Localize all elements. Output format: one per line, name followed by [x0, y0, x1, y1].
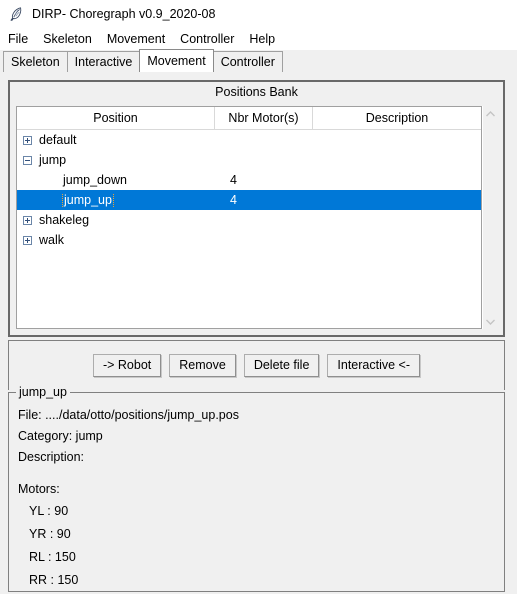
tree-cell-position: walk	[17, 233, 215, 247]
delete-file-button[interactable]: Delete file	[243, 354, 320, 377]
position-details-legend: jump_up	[16, 385, 70, 399]
tree-cell-position: shakeleg	[17, 213, 215, 227]
tree-cell-nbr-motors: 4	[230, 173, 237, 187]
menu-item-movement[interactable]: Movement	[107, 31, 173, 47]
table-row-selected[interactable]: jump_up 4	[17, 190, 481, 210]
menu-bar: File Skeleton Movement Controller Help	[0, 28, 517, 50]
movement-tab-panel: Positions Bank Position Nbr Motor(s) Des…	[0, 72, 517, 594]
tab-controller[interactable]: Controller	[212, 51, 283, 72]
menu-item-file[interactable]: File	[8, 31, 36, 47]
row-label: jump	[39, 153, 67, 167]
row-label: jump_up	[62, 192, 114, 208]
expander-plus-icon[interactable]	[23, 215, 32, 225]
column-header-position[interactable]: Position	[17, 107, 215, 129]
action-buttons-bar: -> Robot Remove Delete file Interactive …	[8, 340, 505, 390]
expander-plus-icon[interactable]	[23, 235, 32, 245]
motor-value-rl: RL : 150	[29, 550, 76, 564]
tree-cell-position: default	[17, 133, 215, 147]
column-header-description[interactable]: Description	[313, 107, 481, 129]
tree-header-row: Position Nbr Motor(s) Description	[17, 107, 481, 130]
detail-motors-label: Motors:	[18, 482, 60, 496]
scroll-down-icon[interactable]	[483, 314, 498, 329]
table-row[interactable]: default	[17, 130, 481, 150]
column-header-nbr-motors[interactable]: Nbr Motor(s)	[215, 107, 313, 129]
vertical-scrollbar[interactable]	[482, 106, 497, 329]
remove-button[interactable]: Remove	[169, 354, 236, 377]
position-details-body: File: ..../data/otto/positions/jump_up.p…	[9, 393, 504, 592]
menu-item-skeleton[interactable]: Skeleton	[43, 31, 100, 47]
tree-cell-nbr-motors: 4	[230, 193, 237, 207]
expander-plus-icon[interactable]	[23, 135, 32, 145]
tree-cell-position: jump_up	[17, 192, 215, 208]
row-label: jump_down	[63, 173, 127, 187]
detail-file: File: ..../data/otto/positions/jump_up.p…	[18, 408, 239, 422]
motor-value-yr: YR : 90	[29, 527, 71, 541]
tree-cell-position: jump_down	[17, 173, 215, 187]
table-row[interactable]: jump	[17, 150, 481, 170]
tab-movement[interactable]: Movement	[139, 49, 214, 72]
positions-bank-frame: Positions Bank Position Nbr Motor(s) Des…	[8, 80, 505, 337]
position-details-frame: jump_up File: ..../data/otto/positions/j…	[8, 385, 505, 592]
to-interactive-button[interactable]: Interactive <-	[327, 354, 421, 377]
menu-item-help[interactable]: Help	[249, 31, 283, 47]
detail-description: Description:	[18, 450, 84, 464]
table-row[interactable]: jump_down 4	[17, 170, 481, 190]
window-title: DIRP- Choregraph v0.9_2020-08	[32, 7, 216, 21]
tab-skeleton[interactable]: Skeleton	[3, 51, 68, 72]
positions-tree-wrap: Position Nbr Motor(s) Description defaul…	[16, 106, 497, 329]
positions-bank-title: Positions Bank	[10, 82, 503, 103]
table-row[interactable]: walk	[17, 230, 481, 250]
feather-quill-icon	[10, 7, 22, 21]
menu-item-controller[interactable]: Controller	[180, 31, 242, 47]
detail-category: Category: jump	[18, 429, 103, 443]
row-label: default	[39, 133, 77, 147]
title-bar: DIRP- Choregraph v0.9_2020-08	[0, 0, 517, 28]
positions-tree[interactable]: Position Nbr Motor(s) Description defaul…	[16, 106, 482, 329]
tree-cell-position: jump	[17, 153, 215, 167]
expander-minus-icon[interactable]	[23, 155, 32, 165]
motor-value-rr: RR : 150	[29, 573, 79, 587]
scroll-up-icon[interactable]	[483, 106, 498, 121]
motor-value-yl: YL : 90	[29, 504, 69, 518]
row-label: walk	[39, 233, 65, 247]
tab-interactive[interactable]: Interactive	[66, 51, 141, 72]
tree-body: default jump jump_down 4 jump_up 4 shake…	[17, 130, 481, 328]
table-row[interactable]: shakeleg	[17, 210, 481, 230]
row-label: shakeleg	[39, 213, 90, 227]
send-to-robot-button[interactable]: -> Robot	[92, 354, 162, 377]
detail-spacer	[18, 468, 504, 479]
tab-strip: Skeleton Interactive Movement Controller	[0, 49, 517, 72]
